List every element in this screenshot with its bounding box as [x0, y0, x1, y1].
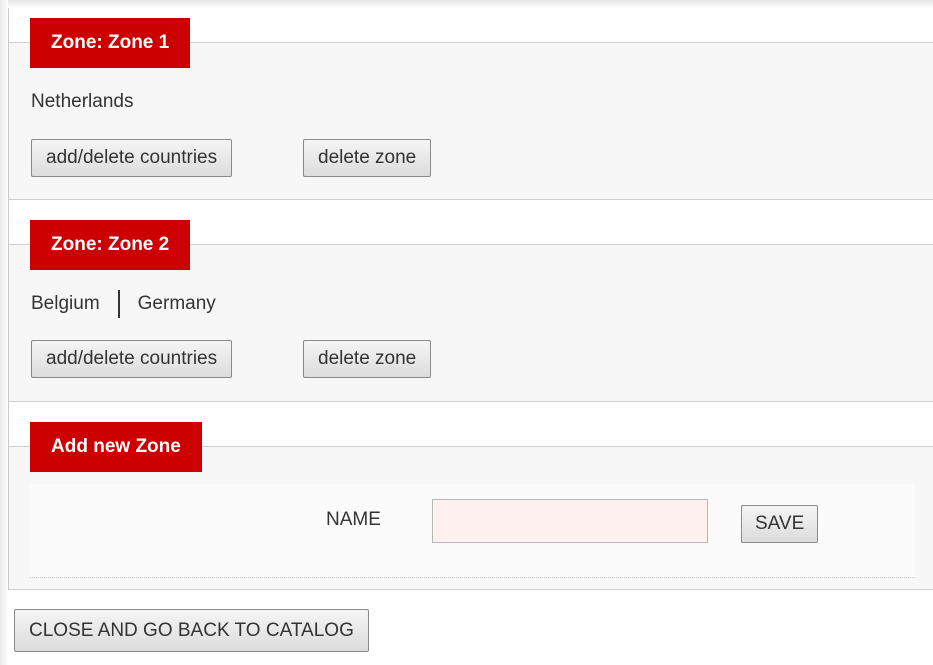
separator — [117, 290, 120, 318]
zone-header: Zone: Zone 2 — [30, 220, 191, 270]
zones-panel: Zone: Zone 1 Netherlands add/delete coun… — [0, 0, 933, 665]
add-zone-form: NAME SAVE — [30, 484, 915, 578]
frame-shadow — [0, 0, 8, 665]
frame-shadow — [0, 0, 933, 8]
zone-header: Zone: Zone 1 — [30, 18, 191, 68]
country-list: Belgium Germany — [31, 290, 216, 318]
close-and-back-button[interactable]: CLOSE AND GO BACK TO CATALOG — [14, 609, 369, 652]
name-label: NAME — [326, 509, 381, 530]
country-name: Netherlands — [31, 91, 134, 112]
delete-zone-button[interactable]: delete zone — [303, 340, 432, 378]
add-delete-countries-button[interactable]: add/delete countries — [31, 139, 233, 177]
zone-section: Zone: Zone 1 Netherlands add/delete coun… — [9, 18, 933, 200]
country-list: Netherlands — [31, 91, 133, 113]
add-zone-header: Add new Zone — [30, 422, 202, 472]
country-name: Belgium — [31, 293, 100, 314]
add-zone-section: Add new Zone NAME SAVE — [9, 422, 933, 590]
save-button[interactable]: SAVE — [741, 505, 819, 543]
zone-name-input[interactable] — [432, 499, 708, 543]
zone-section: Zone: Zone 2 Belgium Germany add/delete c… — [9, 220, 933, 402]
country-name: Germany — [137, 293, 216, 314]
delete-zone-button[interactable]: delete zone — [303, 139, 432, 177]
add-delete-countries-button[interactable]: add/delete countries — [31, 340, 233, 378]
